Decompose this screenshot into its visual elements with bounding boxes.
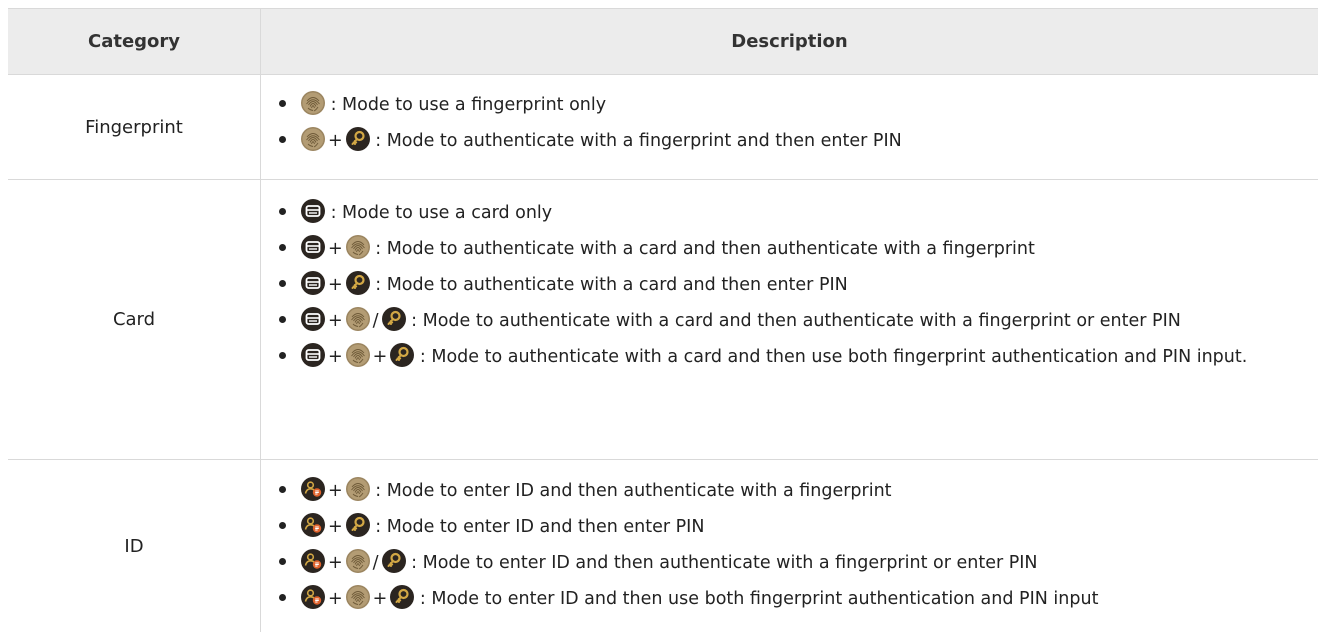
list-item: + / : Mode to authenticate with a card an…	[279, 307, 1306, 333]
key-icon	[345, 271, 370, 295]
mode-description-text: : Mode to authenticate with a card and t…	[405, 311, 1181, 331]
key-icon	[345, 513, 370, 537]
header-category: Category	[8, 9, 261, 74]
header-description: Description	[731, 31, 848, 52]
card-icon	[301, 307, 325, 331]
key-icon	[390, 585, 415, 609]
table-row-card: Card : Mode to use a card only + : Mode t…	[8, 180, 1318, 460]
card-icon	[301, 235, 325, 259]
list-item: + : Mode to enter ID and then enter PIN	[279, 513, 1306, 539]
or-separator: /	[372, 553, 379, 573]
card-icon	[301, 199, 325, 223]
category-card: Card	[8, 180, 261, 459]
table-header-row: Category Description	[8, 8, 1318, 75]
plus-separator: +	[328, 311, 343, 331]
key-icon	[381, 307, 406, 331]
mode-description-text: : Mode to enter ID and then enter PIN	[369, 517, 705, 537]
plus-separator: +	[372, 347, 388, 367]
list-item: + : Mode to authenticate with a fingerpr…	[279, 127, 1306, 153]
user-id-icon	[301, 585, 325, 609]
mode-description-text: : Mode to use a fingerprint only	[325, 95, 607, 115]
list-item: : Mode to use a card only	[279, 199, 1306, 225]
description-card: : Mode to use a card only + : Mode to aut…	[261, 180, 1318, 459]
list-item: : Mode to use a fingerprint only	[279, 91, 1306, 117]
plus-separator: +	[328, 239, 343, 259]
plus-separator: +	[328, 131, 343, 151]
mode-description-text: : Mode to authenticate with a card and t…	[369, 275, 848, 295]
plus-separator: +	[372, 589, 388, 609]
plus-separator: +	[328, 275, 343, 295]
mode-list-card: : Mode to use a card only + : Mode to aut…	[279, 180, 1306, 369]
plus-separator: +	[328, 347, 343, 367]
plus-separator: +	[328, 553, 343, 573]
category-id: ID	[8, 460, 261, 632]
mode-description-text: : Mode to enter ID and then authenticate…	[369, 481, 892, 501]
list-item: + : Mode to authenticate with a card and…	[279, 271, 1306, 297]
user-id-icon	[301, 477, 325, 501]
plus-separator: +	[328, 517, 343, 537]
mode-description-text: : Mode to enter ID and then authenticate…	[405, 553, 1038, 573]
mode-description-text: : Mode to authenticate with a fingerprin…	[369, 131, 902, 151]
user-id-icon	[301, 513, 325, 537]
list-item: + : Mode to authenticate with a card and…	[279, 235, 1306, 261]
table-row-id: ID + : Mode to enter ID and then authent…	[8, 460, 1318, 632]
authentication-mode-table: Category Description Fingerprint : Mode …	[8, 8, 1318, 632]
fingerprint-icon	[345, 307, 370, 331]
mode-list-fingerprint: : Mode to use a fingerprint only + : Mode…	[279, 75, 1306, 153]
card-icon	[301, 271, 325, 295]
fingerprint-icon	[345, 235, 370, 259]
plus-separator: +	[328, 481, 343, 501]
user-id-icon	[301, 549, 325, 573]
plus-separator: +	[328, 589, 343, 609]
mode-list-id: + : Mode to enter ID and then authentica…	[279, 460, 1306, 611]
list-item: + + : Mode to authenticate with a card an…	[279, 343, 1306, 369]
fingerprint-icon	[345, 549, 370, 573]
fingerprint-icon	[345, 477, 370, 501]
or-separator: /	[372, 311, 379, 331]
fingerprint-icon	[345, 585, 370, 609]
key-icon	[381, 549, 406, 573]
card-icon	[301, 343, 325, 367]
mode-description-text: : Mode to enter ID and then use both fin…	[414, 589, 1099, 609]
fingerprint-icon	[301, 127, 325, 151]
description-fingerprint: : Mode to use a fingerprint only + : Mode…	[261, 75, 1318, 179]
table-row-fingerprint: Fingerprint : Mode to use a fingerprint …	[8, 75, 1318, 180]
list-item: + / : Mode to enter ID and then authentic…	[279, 549, 1306, 575]
fingerprint-icon	[345, 343, 370, 367]
list-item: + + : Mode to enter ID and then use both …	[279, 585, 1306, 611]
mode-description-text: : Mode to use a card only	[325, 203, 553, 223]
category-fingerprint: Fingerprint	[8, 75, 261, 179]
list-item: + : Mode to enter ID and then authentica…	[279, 477, 1306, 503]
key-icon	[345, 127, 370, 151]
mode-description-text: : Mode to authenticate with a card and t…	[369, 239, 1035, 259]
key-icon	[390, 343, 415, 367]
mode-description-text: : Mode to authenticate with a card and t…	[414, 347, 1248, 367]
description-id: + : Mode to enter ID and then authentica…	[261, 460, 1318, 632]
fingerprint-icon	[301, 91, 325, 115]
